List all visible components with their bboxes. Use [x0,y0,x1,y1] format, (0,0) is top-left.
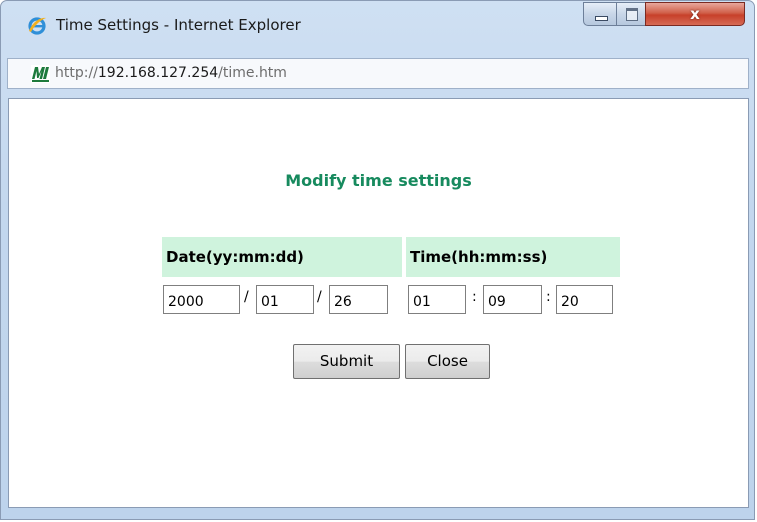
time-column-header: Time(hh:mm:ss) [406,237,620,277]
address-url: http://192.168.127.254/time.htm [55,65,287,81]
screen: Time Settings - Internet Explorer x http… [0,0,757,522]
address-bar[interactable]: http://192.168.127.254/time.htm [7,58,749,89]
url-host: 192.168.127.254 [97,65,219,81]
caption-buttons: x [583,2,747,29]
moxa-logo-icon [31,65,50,83]
close-button[interactable]: Close [405,344,490,379]
time-separator: : [546,289,551,305]
month-input[interactable] [256,285,314,314]
minute-input[interactable] [483,285,542,314]
date-separator: / [244,289,249,305]
page-title: Modify time settings [285,171,472,190]
hour-input[interactable] [408,285,466,314]
date-column-header: Date(yy:mm:dd) [162,237,402,277]
window-title: Time Settings - Internet Explorer [56,16,301,34]
close-icon: x [690,5,700,23]
year-input[interactable] [163,285,240,314]
day-input[interactable] [329,285,388,314]
date-separator: / [317,289,322,305]
close-window-button[interactable]: x [645,2,745,26]
internet-explorer-icon [28,17,46,35]
maximize-button[interactable] [616,2,646,26]
url-path: /time.htm [218,65,287,81]
browser-popup-window: Time Settings - Internet Explorer x http… [0,0,755,520]
page-content: Modify time settings Date(yy:mm:dd) Time… [8,98,749,508]
time-separator: : [472,289,477,305]
title-bar[interactable]: Time Settings - Internet Explorer x [1,1,756,45]
maximize-icon [626,8,638,21]
minimize-icon [595,16,608,21]
minimize-button[interactable] [583,2,617,26]
submit-button[interactable]: Submit [293,344,400,379]
url-scheme: http:// [55,65,98,81]
second-input[interactable] [556,285,613,314]
